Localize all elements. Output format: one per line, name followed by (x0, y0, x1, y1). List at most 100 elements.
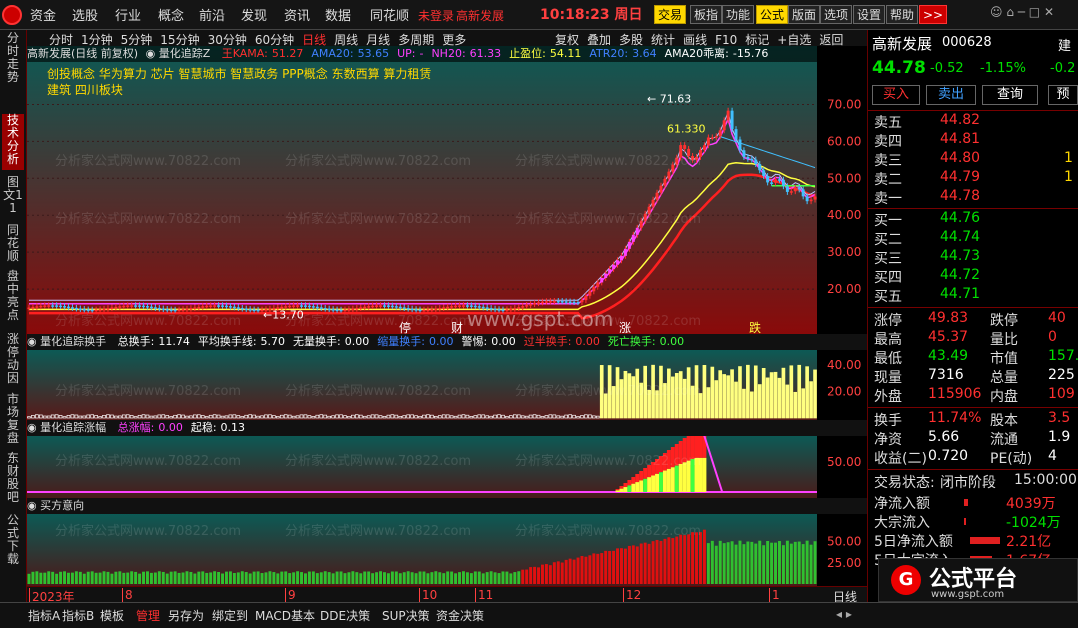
buyer-bar (687, 534, 691, 584)
sidebar-tab-7[interactable]: 东财股吧 (2, 452, 24, 510)
stat-label: 现量 (874, 370, 902, 386)
turnover-indicator[interactable]: ◉ 量化追踪换手 (27, 335, 110, 348)
sidebar-tab-5[interactable]: 涨停动因 (2, 333, 24, 389)
ask-row[interactable]: 卖二 44.79 1 (868, 169, 1078, 188)
buyer-intent-pane[interactable]: 50.00 25.00 ◉ 买方意向 (27, 498, 867, 586)
buyer-bar (371, 573, 375, 584)
bottom-tab-5[interactable]: 绑定到 (212, 607, 248, 624)
sidebar-tab-4[interactable]: 盘中亮点 (2, 270, 24, 328)
sidebar-tab-0[interactable]: 分时走势 (2, 32, 24, 110)
period-2[interactable]: 5分钟 (121, 33, 153, 46)
login-status[interactable]: 未登录 (418, 7, 454, 24)
bottom-tab-2[interactable]: 模板 (100, 607, 124, 624)
buyer-bar (323, 571, 327, 584)
buyer-bar (426, 573, 430, 584)
ask-row[interactable]: 卖三 44.80 1 (868, 150, 1078, 169)
bid-row[interactable]: 买一 44.76 (868, 210, 1078, 229)
toolbar-button-2[interactable]: 功能 (722, 5, 755, 24)
price-chart-pane[interactable]: 70.00 60.00 50.00 40.00 30.00 20.00 ← 71.63 61.… (27, 46, 867, 334)
chart-tool-1[interactable]: 叠加 (587, 33, 611, 46)
period-3[interactable]: 15分钟 (160, 33, 199, 46)
candle-body (596, 282, 600, 287)
menu-2[interactable]: 行业 (115, 5, 141, 24)
period-9[interactable]: 多周期 (398, 33, 434, 46)
gain-indicator[interactable]: ◉ 量化追踪涨幅 (27, 421, 110, 434)
menu-3[interactable]: 概念 (158, 5, 184, 24)
bottom-tab-1[interactable]: 指标B (62, 607, 94, 624)
flow-value: 2.21亿 (1006, 534, 1052, 550)
period-5[interactable]: 60分钟 (255, 33, 294, 46)
period-more[interactable]: 更多 (442, 33, 466, 46)
chart-tool-0[interactable]: 复权 (555, 33, 579, 46)
gain-pane[interactable]: 50.00 ◉ 量化追踪涨幅 总涨幅: 0.00 起稳: 0.13 (27, 420, 867, 498)
chart-tool-8[interactable]: 返回 (819, 33, 843, 46)
gain-bar-top (690, 432, 695, 459)
menu-5[interactable]: 发现 (241, 5, 267, 24)
ask-row[interactable]: 卖五 44.82 (868, 112, 1078, 131)
sidebar-tab-3[interactable]: 同花顺 (2, 224, 24, 266)
price-change-pct: -1.15% (980, 61, 1026, 76)
sidebar-tab-2[interactable]: 图文11 (2, 176, 24, 220)
period-4[interactable]: 30分钟 (208, 33, 247, 46)
trade-button-2[interactable]: 查询 (982, 85, 1038, 105)
scroll-arrows[interactable]: ◂ ▸ (836, 607, 852, 621)
bottom-tab-4[interactable]: 另存为 (168, 607, 204, 624)
trade-button-3[interactable]: 预 (1048, 85, 1078, 105)
candle-body (217, 305, 221, 307)
chart-tool-3[interactable]: 统计 (651, 33, 675, 46)
chart-tool-5[interactable]: F10 (715, 33, 737, 46)
chart-tool-2[interactable]: 多股 (619, 33, 643, 46)
sidebar-tab-1[interactable]: 技术分析 (2, 114, 24, 170)
bottom-tab-7[interactable]: DDE决策 (320, 607, 370, 624)
chart-tool-4[interactable]: 画线 (683, 33, 707, 46)
bottom-tab-8[interactable]: SUP决策 (382, 607, 430, 624)
buyer-bar (209, 572, 213, 584)
toolbar-button-4[interactable]: 版面 (788, 5, 821, 24)
time-tick-label: 11 (475, 588, 493, 602)
sidebar-tab-8[interactable]: 公式下载 (2, 514, 24, 570)
buyer-bar (556, 561, 560, 584)
bottom-tab-6[interactable]: MACD基本 (255, 607, 315, 624)
menu-1[interactable]: 选股 (72, 5, 98, 24)
candle-body (394, 306, 398, 308)
menu-6[interactable]: 资讯 (284, 5, 310, 24)
buyer-bar (165, 573, 169, 584)
toolbar-button-3[interactable]: 公式 (756, 5, 789, 24)
bottom-tab-0[interactable]: 指标A (28, 607, 60, 624)
menu-0[interactable]: 资金 (30, 5, 56, 24)
period-8[interactable]: 月线 (366, 33, 390, 46)
toolbar-button-8[interactable]: >> (919, 5, 948, 24)
buyer-bar (730, 541, 734, 584)
bid-row[interactable]: 买五 44.71 (868, 286, 1078, 305)
trade-button-1[interactable]: 卖出 (926, 85, 976, 105)
bid-row[interactable]: 买二 44.74 (868, 229, 1078, 248)
toolbar-button-1[interactable]: 板指 (690, 5, 723, 24)
toolbar-button-0[interactable]: 交易 (654, 5, 687, 24)
bid-row[interactable]: 买三 44.73 (868, 248, 1078, 267)
period-7[interactable]: 周线 (334, 33, 358, 46)
menu-7[interactable]: 数据 (325, 5, 351, 24)
toolbar-button-5[interactable]: 选项 (820, 5, 853, 24)
indicator-name[interactable]: ◉ 量化追踪Z (146, 47, 215, 60)
period-0[interactable]: 分时 (49, 33, 73, 46)
chart-area[interactable]: 分时 1分钟 5分钟 15分钟 30分钟 60分钟 日线 周线 月线 多周期 更多 复权 叠加 多股 统计… (27, 30, 867, 602)
period-1[interactable]: 1分钟 (81, 33, 113, 46)
bottom-tab-3[interactable]: 管理 (136, 607, 160, 624)
buyer-indicator[interactable]: ◉ 买方意向 (27, 499, 88, 512)
ask-row[interactable]: 卖四 44.81 (868, 131, 1078, 150)
chart-tool-6[interactable]: 标记 (745, 33, 769, 46)
sidebar-tab-6[interactable]: 市场复盘 (2, 393, 24, 449)
bid-row[interactable]: 买四 44.72 (868, 267, 1078, 286)
window-controls[interactable]: ☺ ⌂ ─ □ ✕ (990, 5, 1054, 19)
turnover-pane[interactable]: 40.00 20.00 ◉ 量化追踪换手 总换手: 11.74 平均换手线: 5.70 无… (27, 334, 867, 420)
menu-4[interactable]: 前沿 (199, 5, 225, 24)
toolbar-button-7[interactable]: 帮助 (886, 5, 919, 24)
menu-8[interactable]: 同花顺 (370, 5, 409, 24)
trade-button-0[interactable]: 买入 (872, 85, 920, 105)
bottom-tab-9[interactable]: 资金决策 (436, 607, 484, 624)
chart-tool-7[interactable]: +自选 (777, 33, 811, 46)
toolbar-button-6[interactable]: 设置 (853, 5, 886, 24)
period-6[interactable]: 日线 (302, 33, 326, 46)
ask-row[interactable]: 卖一 44.78 (868, 188, 1078, 207)
candle-body (402, 307, 406, 309)
